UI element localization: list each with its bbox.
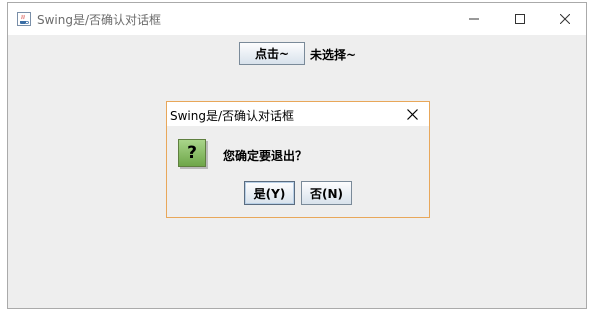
- no-button[interactable]: 否(N): [301, 181, 352, 205]
- minimize-button[interactable]: [451, 3, 497, 35]
- yes-button[interactable]: 是(Y): [244, 181, 295, 205]
- window-close-button[interactable]: [542, 3, 588, 35]
- content-pane: 点击~ 未选择~ Swing是/否确认对话框 ? 您确定要退出？ 是(Y) 否(…: [8, 35, 586, 308]
- dialog-title: Swing是/否确认对话框: [170, 109, 295, 123]
- minimize-icon: [469, 18, 479, 20]
- java-cup-icon: [17, 12, 31, 26]
- question-icon: ?: [178, 139, 206, 167]
- dialog-close-button[interactable]: [403, 106, 421, 122]
- close-icon: [406, 108, 418, 120]
- maximize-icon: [515, 14, 525, 24]
- selection-status-label: 未选择~: [310, 48, 357, 62]
- click-button[interactable]: 点击~: [239, 42, 305, 65]
- dialog-message: 您确定要退出？: [223, 149, 308, 163]
- confirm-dialog: Swing是/否确认对话框 ? 您确定要退出？ 是(Y) 否(N): [166, 101, 430, 218]
- window-title: Swing是/否确认对话框: [37, 13, 162, 27]
- close-icon: [560, 14, 570, 24]
- main-window: Swing是/否确认对话框 点击~ 未选择~ Swing是/否确认对话框 ? 您…: [7, 2, 587, 309]
- maximize-button[interactable]: [497, 3, 543, 35]
- window-titlebar[interactable]: Swing是/否确认对话框: [8, 3, 586, 35]
- dialog-titlebar[interactable]: Swing是/否确认对话框: [167, 102, 429, 126]
